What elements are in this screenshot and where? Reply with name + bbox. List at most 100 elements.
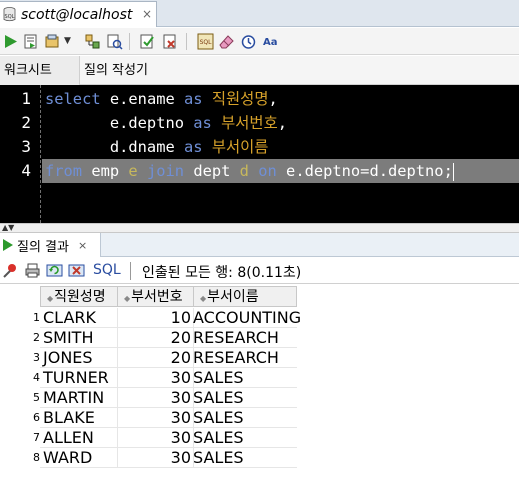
cell-deptno[interactable]: 20	[118, 348, 191, 368]
sql-editor[interactable]: 1 2 3 4 select e.ename as 직원성명, e.deptno…	[0, 85, 519, 223]
code-token: join	[146, 162, 185, 180]
toolbar-divider	[186, 33, 187, 50]
code-line-1: select e.ename as 직원성명,	[45, 90, 278, 108]
cell-deptno[interactable]: 30	[118, 428, 191, 448]
cell-deptno[interactable]: 10	[118, 308, 191, 328]
sort-arrows-icon: ◆	[124, 294, 131, 303]
worksheet-subtabs: 워크시트 질의 작성기	[0, 56, 519, 85]
commit-icon[interactable]	[44, 33, 61, 50]
cell-dname[interactable]: SALES	[193, 408, 244, 428]
row-number: 8	[33, 451, 40, 464]
cell-deptno[interactable]: 30	[118, 368, 191, 388]
fetch-status: 인출된 모든 행: 8(0.11초)	[142, 265, 302, 281]
code-token: as	[193, 114, 212, 132]
sql-tuning-icon[interactable]: SQL	[197, 33, 214, 50]
document-tab-title: scott@localhost	[21, 6, 133, 23]
autotrace-icon[interactable]	[106, 33, 123, 50]
sql-link[interactable]: SQL	[93, 262, 121, 278]
cancel-query-icon[interactable]	[68, 262, 85, 279]
commit-transaction-icon[interactable]	[139, 33, 156, 50]
sort-arrows-icon: ◆	[200, 294, 207, 303]
line-number-gutter: 1 2 3 4	[0, 85, 33, 223]
tab-query-result[interactable]: 질의 결과 ×	[0, 233, 101, 257]
table-row[interactable]: 7 ALLEN 30 SALES	[0, 428, 300, 448]
code-token: as	[184, 138, 203, 156]
code-token: on	[258, 162, 277, 180]
run-script-icon[interactable]	[22, 33, 39, 50]
table-row[interactable]: 4 TURNER 30 SALES	[0, 368, 300, 388]
row-number: 6	[33, 411, 40, 424]
row-number: 4	[33, 371, 40, 384]
collapse-arrows-icon[interactable]: ▲▼	[2, 224, 14, 232]
chevron-down-icon[interactable]: ▼	[64, 33, 81, 50]
cell-deptno[interactable]: 30	[118, 408, 191, 428]
code-token: d	[239, 162, 249, 180]
play-icon	[3, 239, 13, 251]
refresh-icon[interactable]	[46, 262, 63, 279]
line-number: 2	[21, 113, 31, 132]
cell-ename[interactable]: MARTIN	[43, 388, 104, 408]
cell-dname[interactable]: SALES	[193, 368, 244, 388]
code-token: from	[45, 162, 83, 180]
row-number: 1	[33, 311, 40, 324]
code-token: 직원성명	[211, 90, 269, 108]
print-icon[interactable]	[24, 262, 41, 279]
rollback-icon[interactable]	[162, 33, 179, 50]
cell-deptno[interactable]: 30	[118, 388, 191, 408]
cell-ename[interactable]: JONES	[43, 348, 93, 368]
change-case-icon[interactable]: Aa	[262, 33, 279, 50]
cell-ename[interactable]: BLAKE	[43, 408, 95, 428]
code-line-3: d.dname as 부서이름	[45, 138, 269, 156]
line-number: 1	[21, 89, 31, 108]
table-row[interactable]: 8 WARD 30 SALES	[0, 448, 300, 468]
panel-splitter[interactable]: ▲▼	[0, 223, 519, 233]
cell-ename[interactable]: CLARK	[43, 308, 96, 328]
explain-plan-icon[interactable]	[84, 33, 101, 50]
indent-guide	[40, 85, 41, 223]
line-number: 3	[21, 137, 31, 156]
text-caret	[452, 162, 454, 181]
cell-dname[interactable]: SALES	[193, 428, 244, 448]
code-line-2: e.deptno as 부서번호,	[45, 114, 288, 132]
sql-database-icon: SQL	[3, 7, 16, 22]
close-icon[interactable]: ×	[142, 7, 152, 21]
sort-arrows-icon: ◆	[47, 294, 54, 303]
column-header-ename[interactable]: ◆직원성명	[40, 286, 118, 307]
table-row[interactable]: 2 SMITH 20 RESEARCH	[0, 328, 300, 348]
row-number: 5	[33, 391, 40, 404]
code-token: 부서번호	[221, 114, 278, 132]
cell-dname[interactable]: SALES	[193, 448, 244, 468]
code-token: e	[128, 162, 138, 180]
table-row[interactable]: 1 CLARK 10 ACCOUNTING	[0, 308, 301, 328]
column-header-deptno[interactable]: ◆부서번호	[117, 286, 194, 307]
table-row[interactable]: 6 BLAKE 30 SALES	[0, 408, 300, 428]
cell-ename[interactable]: TURNER	[43, 368, 109, 388]
cell-deptno[interactable]: 20	[118, 328, 191, 348]
clear-eraser-icon[interactable]	[218, 33, 235, 50]
tab-query-builder[interactable]: 질의 작성기	[80, 56, 152, 85]
cell-ename[interactable]: WARD	[43, 448, 92, 468]
cell-dname[interactable]: SALES	[193, 388, 244, 408]
cell-deptno[interactable]: 30	[118, 448, 191, 468]
cell-dname[interactable]: ACCOUNTING	[193, 308, 301, 328]
code-token: 부서이름	[211, 138, 269, 156]
sql-history-icon[interactable]	[240, 33, 257, 50]
row-number: 7	[33, 431, 40, 444]
svg-text:Aa: Aa	[263, 37, 278, 48]
table-row[interactable]: 5 MARTIN 30 SALES	[0, 388, 300, 408]
close-icon[interactable]: ×	[78, 239, 87, 252]
column-header-dname[interactable]: ◆부서이름	[193, 286, 297, 307]
cell-ename[interactable]: SMITH	[43, 328, 93, 348]
tab-worksheet[interactable]: 워크시트	[0, 56, 80, 85]
code-line-4-selected: from emp e join dept d on e.deptno=d.dep…	[42, 159, 519, 183]
code-token: select	[45, 90, 101, 108]
pin-icon[interactable]	[2, 262, 19, 279]
table-row[interactable]: 3 JONES 20 RESEARCH	[0, 348, 300, 368]
toolbar-divider	[130, 262, 131, 280]
cell-dname[interactable]: RESEARCH	[193, 348, 279, 368]
document-tab[interactable]: SQL scott@localhost ×	[0, 1, 157, 27]
worksheet-toolbar: ▼ SQL Aa	[0, 28, 519, 55]
run-statement-icon[interactable]	[2, 33, 19, 50]
cell-ename[interactable]: ALLEN	[43, 428, 94, 448]
cell-dname[interactable]: RESEARCH	[193, 328, 279, 348]
